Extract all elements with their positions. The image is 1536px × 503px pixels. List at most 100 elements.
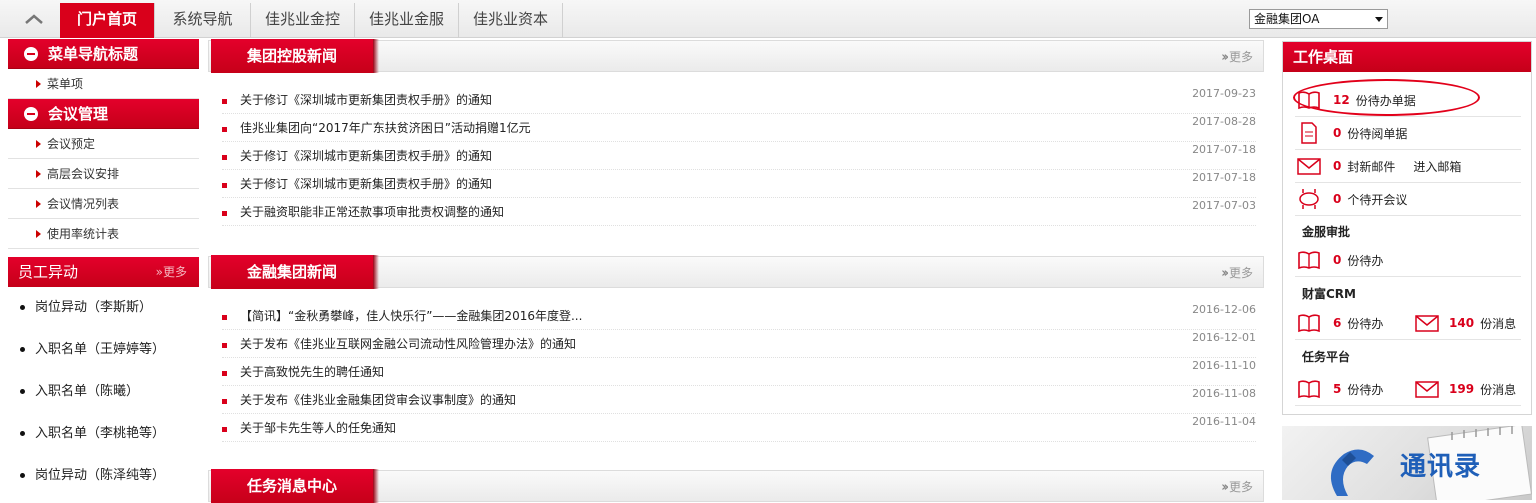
org-select[interactable]: 金融集团OA	[1249, 9, 1388, 29]
tab-portal-home[interactable]: 门户首页	[60, 3, 155, 38]
sidebar-section-meeting-mgmt[interactable]: 会议管理	[8, 99, 199, 129]
bullet-icon	[20, 473, 25, 478]
news-item-date: 2017-09-23	[1192, 87, 1256, 100]
enter-mailbox-link[interactable]: 进入邮箱	[1413, 158, 1461, 175]
news-header: 集团控股新闻 ›› 更多	[208, 39, 1264, 73]
contacts-label: 通讯录	[1400, 452, 1482, 482]
contacts-banner[interactable]: 通讯录	[1282, 426, 1532, 500]
wealth-crm-title: 财富CRM	[1302, 287, 1356, 301]
task-todo-link[interactable]: 5 份待办	[1333, 381, 1383, 398]
news-item-date: 2016-11-04	[1192, 415, 1256, 428]
open-book-icon	[1295, 90, 1323, 110]
news-item[interactable]: 关于高致悦先生的聘任通知 2016-11-10	[222, 358, 1256, 386]
meetings-row[interactable]: 0 个待开会议	[1295, 183, 1521, 216]
news-more-link[interactable]: ›› 更多	[1221, 48, 1253, 65]
news-item-date: 2016-11-10	[1192, 359, 1256, 372]
news-item[interactable]: 佳兆业集团向“2017年广东扶贫济困日”活动捐赠1亿元 2017-08-28	[222, 114, 1256, 142]
wealth-crm-row: 6 份待办 140 份消息	[1295, 307, 1521, 340]
news-item-title: 关于高致悦先生的聘任通知	[240, 365, 385, 379]
unread-forms-count: 0	[1333, 126, 1342, 140]
list-item[interactable]: 入职名单（王婷婷等）	[8, 329, 199, 371]
news-section-title: 金融集团新闻	[211, 255, 379, 289]
more-label: 更多	[1228, 266, 1253, 280]
news-item[interactable]: 关于发布《佳兆业金融集团贷审会议事制度》的通知 2016-11-08	[222, 386, 1256, 414]
list-item[interactable]: 入职名单（陈曦）	[8, 371, 199, 413]
news-item-title: 关于修订《深圳城市更新集团责权手册》的通知	[240, 177, 493, 191]
task-message-center-panel: 任务消息中心 ›› 更多	[208, 469, 1264, 503]
bullet-icon	[20, 431, 25, 436]
sidebar-item-meeting-list[interactable]: 会议情况列表	[8, 189, 199, 219]
news-list: 关于修订《深圳城市更新集团责权手册》的通知 2017-09-23 佳兆业集团向“2…	[208, 72, 1264, 226]
triangle-right-icon	[36, 170, 41, 178]
collapse-toggle-button[interactable]	[10, 3, 58, 35]
task-todo-label: 份待办	[1347, 382, 1384, 397]
pending-forms-label: 份待办单据	[1355, 93, 1416, 108]
task-message-link[interactable]: 199 份消息	[1415, 380, 1516, 398]
news-item-date: 2017-07-03	[1192, 199, 1256, 212]
staff-changes-header: 员工异动 »更多	[8, 257, 199, 287]
list-item[interactable]: 岗位异动（陈泽纯等）	[8, 455, 199, 497]
news-item[interactable]: 关于融资职能非正常还款事项审批责权调整的通知 2017-07-03	[222, 198, 1256, 226]
news-item[interactable]: 【简讯】“金秋勇攀峰，佳人快乐行”——金融集团2016年度登... 2016-12…	[222, 302, 1256, 330]
staff-more-link[interactable]: »更多	[156, 257, 187, 287]
news-section-title: 集团控股新闻	[211, 39, 379, 73]
sidebar-item-label: 菜单项	[47, 77, 84, 91]
sidebar-item-menu[interactable]: 菜单项	[8, 69, 199, 99]
double-chevron-icon: ››	[1221, 50, 1229, 65]
news-more-link[interactable]: ›› 更多	[1221, 264, 1253, 281]
new-mail-label: 封新邮件	[1347, 159, 1396, 174]
news-section-title: 任务消息中心	[211, 469, 379, 503]
news-item-title: 关于邹卡先生等人的任免通知	[240, 421, 397, 435]
task-todo-count: 5	[1333, 382, 1342, 396]
news-more-link[interactable]: ›› 更多	[1221, 478, 1253, 495]
sidebar-item-senior-meetings[interactable]: 高层会议安排	[8, 159, 199, 189]
crm-message-link[interactable]: 140 份消息	[1415, 314, 1516, 332]
meeting-icon	[1295, 188, 1323, 210]
news-item[interactable]: 关于修订《深圳城市更新集团责权手册》的通知 2017-07-18	[222, 170, 1256, 198]
news-item-title: 关于发布《佳兆业互联网金融公司流动性风险管理办法》的通知	[240, 337, 577, 351]
pending-forms-count: 12	[1333, 93, 1350, 107]
news-item-title: 【简讯】“金秋勇攀峰，佳人快乐行”——金融集团2016年度登...	[240, 309, 583, 323]
task-message-count: 199	[1449, 382, 1475, 396]
sidebar-section-menu-nav[interactable]: 菜单导航标题	[8, 39, 199, 69]
triangle-right-icon	[36, 200, 41, 208]
top-bar: 门户首页 系统导航 佳兆业金控 佳兆业金服 佳兆业资本 金融集团OA	[0, 0, 1536, 38]
list-item-text: 岗位异动（陈泽纯等）	[35, 468, 166, 483]
sidebar-item-label: 使用率统计表	[47, 227, 120, 241]
news-item-date: 2017-07-18	[1192, 143, 1256, 156]
double-chevron-icon: ››	[1221, 266, 1229, 281]
news-item[interactable]: 关于邹卡先生等人的任免通知 2016-11-04	[222, 414, 1256, 442]
unread-forms-row[interactable]: 0 份待阅单据	[1295, 117, 1521, 150]
jinfu-approval-row[interactable]: 0 份待办	[1295, 244, 1521, 277]
tab-jzy-capital[interactable]: 佳兆业资本	[459, 3, 563, 38]
finance-group-news-panel: 金融集团新闻 ›› 更多 【简讯】“金秋勇攀峰，佳人快乐行”——金融集团2016年…	[208, 255, 1264, 442]
triangle-right-icon	[36, 140, 41, 148]
tab-system-nav[interactable]: 系统导航	[155, 3, 251, 38]
workbench-title: 工作桌面	[1283, 42, 1531, 72]
news-item-date: 2016-12-06	[1192, 303, 1256, 316]
list-item[interactable]: 入职名单（李桃艳等）	[8, 413, 199, 455]
sidebar-item-usage-stats[interactable]: 使用率统计表	[8, 219, 199, 249]
task-platform-title: 任务平台	[1302, 350, 1351, 364]
news-item[interactable]: 关于修订《深圳城市更新集团责权手册》的通知 2017-09-23	[222, 86, 1256, 114]
collapse-circle-icon	[24, 107, 38, 121]
sidebar-item-label: 会议情况列表	[47, 197, 120, 211]
news-item-title: 关于融资职能非正常还款事项审批责权调整的通知	[240, 205, 505, 219]
news-header: 任务消息中心 ›› 更多	[208, 469, 1264, 503]
news-item[interactable]: 关于发布《佳兆业互联网金融公司流动性风险管理办法》的通知 2016-12-01	[222, 330, 1256, 358]
news-item-date: 2017-08-28	[1192, 115, 1256, 128]
more-label: 更多	[162, 265, 187, 279]
sidebar-item-meeting-booking[interactable]: 会议预定	[8, 129, 199, 159]
document-icon	[1295, 122, 1323, 144]
tab-jzy-finance-holding[interactable]: 佳兆业金控	[251, 3, 355, 38]
new-mail-link[interactable]: 0 封新邮件	[1333, 158, 1395, 175]
sidebar-item-label: 会议预定	[47, 137, 96, 151]
news-item[interactable]: 关于修订《深圳城市更新集团责权手册》的通知 2017-07-18	[222, 142, 1256, 170]
list-item[interactable]: 岗位异动（李斯斯）	[8, 287, 199, 329]
group-holding-news-panel: 集团控股新闻 ›› 更多 关于修订《深圳城市更新集团责权手册》的通知 2017-09…	[208, 39, 1264, 226]
tab-jzy-finance-service[interactable]: 佳兆业金服	[355, 3, 459, 38]
pending-forms-row[interactable]: 12 份待办单据	[1295, 84, 1521, 117]
crm-todo-link[interactable]: 6 份待办	[1333, 315, 1383, 332]
meetings-label: 个待开会议	[1347, 192, 1408, 207]
jinfu-count: 0	[1333, 253, 1342, 267]
